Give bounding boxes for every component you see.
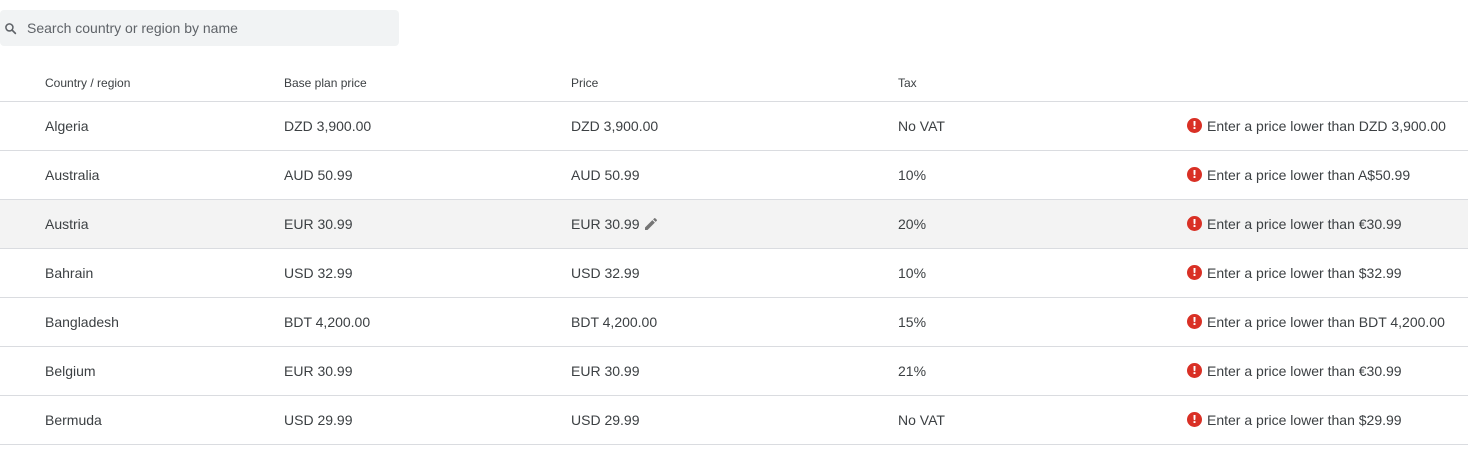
- error-icon-glyph: !: [1191, 412, 1198, 426]
- error-message-text: Enter a price lower than A$50.99: [1207, 167, 1411, 183]
- tax-cell: 15%: [898, 314, 927, 330]
- country-cell: Bahrain: [45, 265, 94, 281]
- price-value: AUD 50.99: [571, 167, 640, 183]
- error-message: ! Enter a price lower than DZD 3,900.00: [1187, 102, 1446, 150]
- country-cell: Algeria: [45, 118, 89, 134]
- error-icon-glyph: !: [1191, 216, 1198, 230]
- table-row[interactable]: Bermuda USD 29.99 USD 29.99 No VAT! Enter a …: [0, 396, 1468, 445]
- error-icon: !: [1187, 362, 1202, 378]
- tax-cell: 10%: [898, 167, 927, 183]
- error-message-text: Enter a price lower than BDT 4,200.00: [1207, 314, 1445, 330]
- base-price-cell: BDT 4,200.00: [284, 314, 371, 330]
- price-value: BDT 4,200.00: [571, 314, 658, 330]
- error-message-text: Enter a price lower than €30.99: [1207, 363, 1402, 379]
- tax-cell: 20%: [898, 216, 927, 232]
- table-body: Algeria DZD 3,900.00 DZD 3,900.00 No VAT! En…: [0, 102, 1468, 445]
- error-message-text: Enter a price lower than €30.99: [1207, 216, 1402, 232]
- search-icon: [3, 21, 17, 35]
- price-value: USD 29.99: [571, 412, 640, 428]
- base-price-cell: EUR 30.99: [284, 216, 353, 232]
- price-value: USD 32.99: [571, 265, 640, 281]
- error-icon: !: [1187, 411, 1202, 427]
- tax-cell: No VAT: [898, 118, 945, 134]
- country-cell: Bangladesh: [45, 314, 119, 330]
- price-cell[interactable]: EUR 30.99: [571, 347, 639, 395]
- error-icon: !: [1187, 264, 1202, 280]
- price-cell[interactable]: USD 32.99: [571, 249, 639, 297]
- error-icon: !: [1187, 215, 1202, 231]
- error-message-text: Enter a price lower than DZD 3,900.00: [1207, 118, 1446, 134]
- tax-cell: 10%: [898, 265, 927, 281]
- price-cell[interactable]: USD 29.99: [571, 396, 639, 444]
- search-box[interactable]: [0, 10, 399, 46]
- error-icon-glyph: !: [1191, 167, 1198, 181]
- price-cell[interactable]: BDT 4,200.00: [571, 298, 657, 346]
- error-icon-glyph: !: [1191, 314, 1198, 328]
- error-icon-glyph: !: [1191, 265, 1198, 279]
- header-price: Price: [571, 76, 599, 90]
- price-cell[interactable]: AUD 50.99: [571, 151, 639, 199]
- error-message: ! Enter a price lower than €30.99: [1187, 347, 1402, 395]
- error-icon: !: [1187, 313, 1202, 329]
- error-message-text: Enter a price lower than $32.99: [1207, 265, 1402, 281]
- header-tax: Tax: [898, 76, 917, 90]
- country-cell: Belgium: [45, 363, 96, 379]
- price-cell[interactable]: DZD 3,900.00: [571, 102, 658, 150]
- error-message: ! Enter a price lower than BDT 4,200.00: [1187, 298, 1445, 346]
- table-row[interactable]: Belgium EUR 30.99 EUR 30.99 21%! Enter a pri…: [0, 347, 1468, 396]
- error-message: ! Enter a price lower than €30.99: [1187, 200, 1402, 248]
- base-price-cell: USD 32.99: [284, 265, 353, 281]
- table-row[interactable]: Australia AUD 50.99 AUD 50.99 10%! Enter a p…: [0, 151, 1468, 200]
- price-cell[interactable]: EUR 30.99: [571, 200, 659, 248]
- table-header-row: Country / region Base plan price Price T…: [0, 62, 1468, 102]
- base-price-cell: EUR 30.99: [284, 363, 353, 379]
- price-value: EUR 30.99: [571, 216, 640, 232]
- country-cell: Bermuda: [45, 412, 102, 428]
- error-message-text: Enter a price lower than $29.99: [1207, 412, 1402, 428]
- country-cell: Austria: [45, 216, 89, 232]
- header-country: Country / region: [45, 76, 131, 90]
- edit-pencil-icon[interactable]: [643, 216, 659, 232]
- header-base-plan-price: Base plan price: [284, 76, 367, 90]
- table-row[interactable]: Bangladesh BDT 4,200.00 BDT 4,200.00 15%! En…: [0, 298, 1468, 347]
- base-price-cell: DZD 3,900.00: [284, 118, 372, 134]
- search-input[interactable]: [27, 20, 387, 36]
- error-icon: !: [1187, 117, 1202, 133]
- error-icon-glyph: !: [1191, 363, 1198, 377]
- table-row[interactable]: Bahrain USD 32.99 USD 32.99 10%! Enter a pri…: [0, 249, 1468, 298]
- base-price-cell: AUD 50.99: [284, 167, 353, 183]
- error-message: ! Enter a price lower than $32.99: [1187, 249, 1402, 297]
- error-icon-glyph: !: [1191, 118, 1198, 132]
- base-price-cell: USD 29.99: [284, 412, 353, 428]
- table-row[interactable]: Algeria DZD 3,900.00 DZD 3,900.00 No VAT! En…: [0, 102, 1468, 151]
- country-cell: Australia: [45, 167, 100, 183]
- tax-cell: 21%: [898, 363, 927, 379]
- tax-cell: No VAT: [898, 412, 945, 428]
- error-message: ! Enter a price lower than A$50.99: [1187, 151, 1410, 199]
- price-value: EUR 30.99: [571, 363, 640, 379]
- error-icon: !: [1187, 166, 1202, 182]
- error-message: ! Enter a price lower than $29.99: [1187, 396, 1402, 444]
- table-row[interactable]: Austria EUR 30.99 EUR 30.99 20%! Enter a pri…: [0, 200, 1468, 249]
- pricing-table: Country / region Base plan price Price T…: [0, 62, 1468, 445]
- price-value: DZD 3,900.00: [571, 118, 659, 134]
